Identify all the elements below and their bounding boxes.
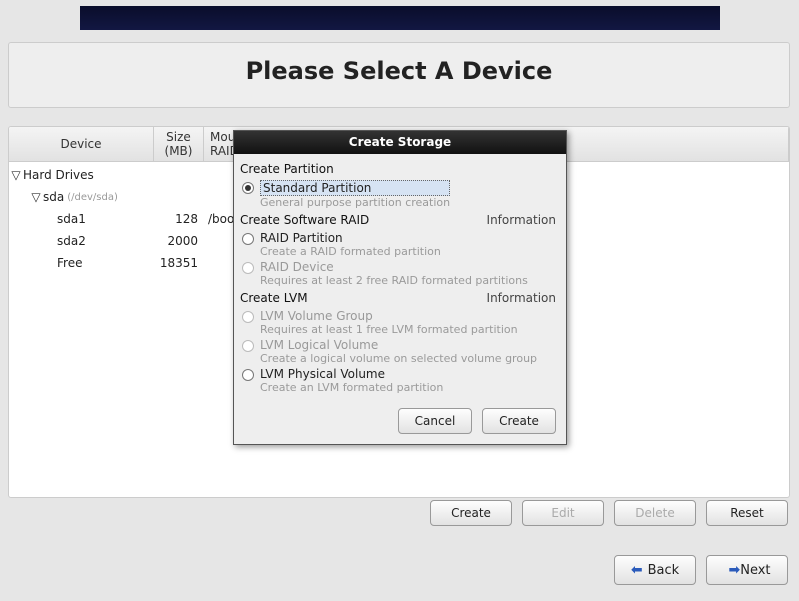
nav-button-row: ⬅ Back ➡ Next bbox=[8, 555, 790, 585]
expander-icon[interactable]: ▽ bbox=[9, 168, 23, 182]
section-label: Create Software RAID bbox=[240, 213, 369, 227]
title-panel: Please Select A Device bbox=[8, 42, 790, 108]
header-banner bbox=[80, 6, 720, 30]
information-link[interactable]: Information bbox=[487, 291, 556, 305]
partition-size: 2000 bbox=[154, 234, 204, 248]
option-standard-partition[interactable]: Standard Partition General purpose parti… bbox=[242, 180, 556, 209]
option-label: RAID Device bbox=[260, 260, 528, 274]
column-header-size[interactable]: Size (MB) bbox=[154, 127, 204, 161]
section-label: Create Partition bbox=[240, 162, 334, 176]
option-label: LVM Physical Volume bbox=[260, 367, 443, 381]
partition-name: sda1 bbox=[57, 212, 86, 226]
device-path: (/dev/sda) bbox=[64, 192, 118, 203]
expander-icon[interactable]: ▽ bbox=[29, 190, 43, 204]
option-desc: Create a logical volume on selected volu… bbox=[260, 352, 537, 365]
create-button[interactable]: Create bbox=[430, 500, 512, 526]
tree-label: sda bbox=[43, 190, 64, 204]
partition-size: 128 bbox=[154, 212, 204, 226]
column-header-size-line2: (MB) bbox=[160, 144, 197, 158]
radio-icon[interactable] bbox=[242, 262, 254, 274]
section-label: Create LVM bbox=[240, 291, 308, 305]
edit-button[interactable]: Edit bbox=[522, 500, 604, 526]
option-label: LVM Logical Volume bbox=[260, 338, 537, 352]
option-label: RAID Partition bbox=[260, 231, 441, 245]
option-desc: Create an LVM formated partition bbox=[260, 381, 443, 394]
create-storage-dialog: Create Storage Create Partition Standard… bbox=[233, 130, 567, 445]
section-create-raid: Create Software RAID Information bbox=[240, 213, 556, 227]
option-lvm-logical-volume[interactable]: LVM Logical Volume Create a logical volu… bbox=[242, 338, 556, 365]
partition-name: sda2 bbox=[57, 234, 86, 248]
next-button-label: Next bbox=[740, 563, 770, 578]
dialog-footer: Cancel Create bbox=[234, 400, 566, 444]
radio-icon[interactable] bbox=[242, 311, 254, 323]
option-label: Standard Partition bbox=[260, 180, 450, 196]
cancel-button[interactable]: Cancel bbox=[398, 408, 472, 434]
delete-button[interactable]: Delete bbox=[614, 500, 696, 526]
option-desc: Create a RAID formated partition bbox=[260, 245, 441, 258]
section-create-partition: Create Partition bbox=[240, 162, 556, 176]
arrow-left-icon: ⬅ bbox=[631, 562, 643, 578]
back-button-label: Back bbox=[648, 563, 680, 578]
option-raid-partition[interactable]: RAID Partition Create a RAID formated pa… bbox=[242, 231, 556, 258]
option-desc: Requires at least 2 free RAID formated p… bbox=[260, 274, 528, 287]
section-create-lvm: Create LVM Information bbox=[240, 291, 556, 305]
option-lvm-physical-volume[interactable]: LVM Physical Volume Create an LVM format… bbox=[242, 367, 556, 394]
column-header-size-line1: Size bbox=[160, 130, 197, 144]
back-button[interactable]: ⬅ Back bbox=[614, 555, 696, 585]
option-lvm-volume-group[interactable]: LVM Volume Group Requires at least 1 fre… bbox=[242, 309, 556, 336]
page-title: Please Select A Device bbox=[9, 57, 789, 85]
option-label: LVM Volume Group bbox=[260, 309, 518, 323]
dialog-title: Create Storage bbox=[234, 131, 566, 154]
information-link[interactable]: Information bbox=[487, 213, 556, 227]
dialog-create-button[interactable]: Create bbox=[482, 408, 556, 434]
radio-icon[interactable] bbox=[242, 233, 254, 245]
radio-icon[interactable] bbox=[242, 182, 254, 194]
next-button[interactable]: ➡ Next bbox=[706, 555, 788, 585]
option-desc: Requires at least 1 free LVM formated pa… bbox=[260, 323, 518, 336]
arrow-right-icon: ➡ bbox=[728, 562, 740, 578]
radio-icon[interactable] bbox=[242, 369, 254, 381]
tree-label: Hard Drives bbox=[23, 168, 94, 182]
action-button-row: Create Edit Delete Reset bbox=[8, 500, 790, 526]
radio-icon[interactable] bbox=[242, 340, 254, 352]
option-raid-device[interactable]: RAID Device Requires at least 2 free RAI… bbox=[242, 260, 556, 287]
reset-button[interactable]: Reset bbox=[706, 500, 788, 526]
option-desc: General purpose partition creation bbox=[260, 196, 450, 209]
partition-name: Free bbox=[57, 256, 82, 270]
partition-size: 18351 bbox=[154, 256, 204, 270]
column-header-device[interactable]: Device bbox=[9, 127, 154, 161]
